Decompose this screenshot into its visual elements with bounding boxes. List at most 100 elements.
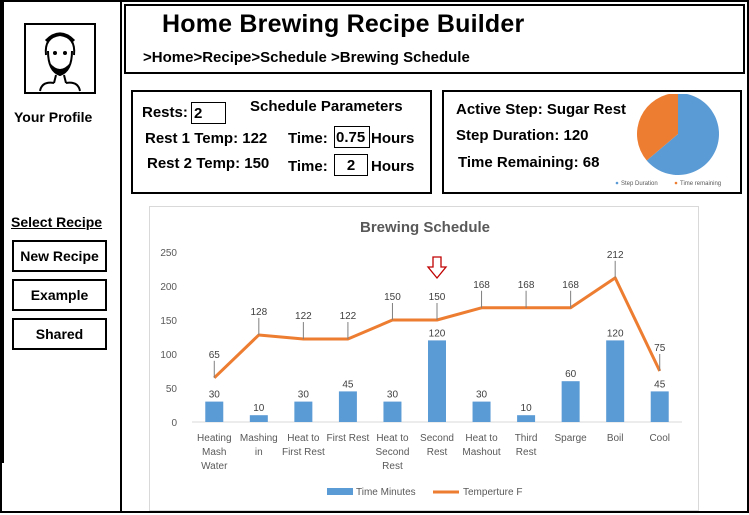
schedule-parameters-title: Schedule Parameters [250, 98, 403, 115]
bar-data-label: 60 [565, 369, 577, 380]
bar-time-minutes [561, 381, 580, 422]
x-tick-label: in [255, 447, 263, 458]
x-tick-label: Cool [649, 433, 670, 444]
line-data-label: 150 [384, 292, 401, 303]
x-tick-label: Second [375, 447, 409, 458]
breadcrumb-separator: > [251, 49, 261, 66]
y-tick-label: 150 [160, 316, 177, 327]
line-data-label: 122 [295, 311, 312, 322]
bar-data-label: 10 [253, 403, 265, 414]
x-tick-label: Rest [382, 461, 403, 472]
bar-time-minutes [338, 391, 357, 422]
x-tick-label: Heating [197, 433, 231, 444]
bar-data-label: 30 [387, 390, 399, 401]
bar-time-minutes [428, 340, 446, 422]
rest2-temp-label: Rest 2 Temp: 150 [147, 155, 270, 172]
x-tick-label: Mashing [240, 433, 278, 444]
line-data-label: 168 [473, 280, 490, 291]
step-progress-pie-chart: Step Duration Time remaining [615, 94, 721, 187]
line-data-label: 168 [518, 280, 535, 291]
x-tick-label: Heat to [287, 433, 320, 444]
x-tick-label: Heat to [465, 433, 498, 444]
legend-swatch-time-minutes [327, 488, 353, 495]
x-tick-label: Second [420, 433, 454, 444]
bar-time-minutes [383, 401, 402, 422]
time1-input[interactable] [334, 126, 370, 148]
bar-time-minutes [294, 401, 313, 422]
x-tick-label: Heat to [376, 433, 409, 444]
line-data-label: 122 [340, 311, 357, 322]
x-tick-label: First Rest [327, 433, 370, 444]
rests-label: Rests: [142, 104, 188, 121]
x-tick-label: Rest [427, 447, 448, 458]
y-tick-label: 0 [171, 418, 177, 429]
bar-time-minutes [249, 415, 268, 422]
breadcrumb-schedule[interactable]: Schedule [260, 49, 327, 66]
bar-data-label: 120 [429, 328, 446, 339]
bar-time-minutes [517, 415, 536, 422]
y-tick-label: 50 [166, 384, 178, 395]
left-edge-strip [0, 0, 4, 463]
profile-label[interactable]: Your Profile [14, 109, 92, 125]
legend-label-temperature: Temperture F [463, 487, 522, 498]
current-step-arrow-icon [426, 256, 448, 280]
x-tick-label: Rest [516, 447, 537, 458]
bar-data-label: 45 [342, 379, 354, 390]
shared-button[interactable]: Shared [12, 318, 107, 350]
x-tick-label: Mashout [462, 447, 501, 458]
bar-data-label: 10 [521, 403, 533, 414]
line-data-label: 150 [429, 292, 446, 303]
x-tick-label: Water [201, 461, 228, 472]
bar-data-label: 120 [607, 328, 624, 339]
breadcrumb-recipe[interactable]: >Recipe [193, 49, 251, 66]
bar-data-label: 45 [654, 379, 666, 390]
brewing-schedule-chart-svg: Brewing Schedule 0 50 100 150 200 250 30 10 30 4… [160, 219, 682, 498]
x-tick-label: First Rest [282, 447, 325, 458]
time2-input[interactable] [334, 154, 368, 176]
new-recipe-button[interactable]: New Recipe [12, 240, 107, 272]
time1-hours-label: Hours [371, 130, 415, 147]
bar-data-label: 30 [298, 390, 310, 401]
rest1-temp-label: Rest 1 Temp: 122 [145, 130, 268, 147]
line-data-label: 65 [209, 350, 221, 361]
breadcrumb-home[interactable]: >Home [143, 49, 193, 66]
time2-hours-label: Hours [371, 158, 415, 175]
brewing-schedule-chart: Brewing Schedule 0 50 100 150 200 250 30 10 30 4… [149, 206, 699, 511]
chart-title: Brewing Schedule [360, 219, 490, 236]
bar-time-minutes [205, 401, 224, 422]
time2-label: Time: [288, 158, 328, 175]
line-data-label: 168 [562, 280, 579, 291]
y-tick-label: 250 [160, 248, 177, 259]
x-tick-label: Boil [607, 433, 624, 444]
breadcrumb: >Home >Recipe > Schedule > Brewing Sched… [143, 49, 470, 66]
line-data-label: 128 [250, 307, 267, 318]
sidebar-divider [120, 0, 122, 513]
avatar[interactable] [24, 23, 96, 94]
legend-label-time-minutes: Time Minutes [356, 487, 416, 498]
x-tick-label: Sparge [555, 433, 588, 444]
example-button[interactable]: Example [12, 279, 107, 311]
bar-time-minutes [606, 340, 625, 422]
line-data-label: 212 [607, 250, 624, 261]
bar-data-label: 30 [476, 390, 488, 401]
select-recipe-label: Select Recipe [11, 214, 103, 230]
line-data-label: 75 [654, 343, 666, 354]
y-tick-label: 100 [160, 350, 177, 361]
y-tick-label: 200 [160, 282, 177, 293]
avatar-sketch-icon [39, 32, 81, 92]
rests-input[interactable] [191, 102, 226, 124]
step-duration-label: Step Duration: 120 [456, 127, 589, 144]
pie-legend-time-remaining: Time remaining [680, 181, 721, 187]
x-tick-label: Mash [202, 447, 226, 458]
breadcrumb-brewing-schedule[interactable]: Brewing Schedule [340, 49, 470, 66]
bar-data-label: 30 [209, 390, 221, 401]
page-title: Home Brewing Recipe Builder [162, 10, 525, 38]
active-step-label: Active Step: Sugar Rest [456, 101, 627, 118]
bar-time-minutes [650, 391, 669, 422]
time-remaining-label: Time Remaining: 68 [458, 154, 600, 171]
breadcrumb-separator: > [326, 49, 340, 66]
bar-time-minutes [472, 401, 491, 422]
pie-legend-step-duration: Step Duration [621, 181, 658, 187]
time1-label: Time: [288, 130, 328, 147]
x-tick-label: Third [515, 433, 538, 444]
